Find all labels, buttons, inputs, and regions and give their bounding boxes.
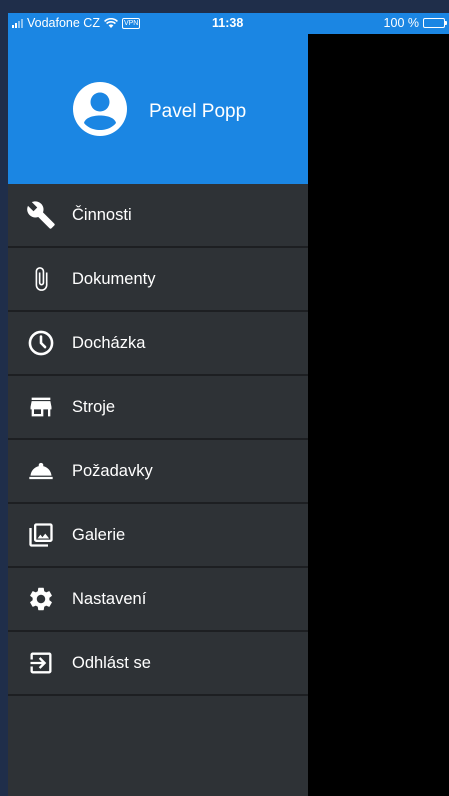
logout-icon (25, 647, 57, 679)
battery-percent: 100 % (383, 16, 419, 30)
menu-item-stroje[interactable]: Stroje (8, 376, 308, 440)
user-name: Pavel Popp (149, 101, 247, 122)
drawer-menu: Činnosti Dokumenty Docházka Stroje Požad… (8, 184, 308, 696)
status-time: 11:38 (212, 16, 244, 30)
service-bell-icon (25, 455, 57, 487)
gallery-icon (25, 519, 57, 551)
navigation-drawer: Pavel Popp Činnosti Dokumenty Docházka S… (8, 34, 308, 796)
menu-item-label: Dokumenty (72, 269, 156, 288)
menu-item-nastaveni[interactable]: Nastavení (8, 568, 308, 632)
avatar-icon[interactable] (73, 82, 127, 136)
wrench-icon (25, 199, 57, 231)
menu-item-label: Odhlást se (72, 653, 151, 672)
menu-item-cinnosti[interactable]: Činnosti (8, 184, 308, 248)
status-bar: Vodafone CZ VPN 11:38 100 % (8, 13, 449, 34)
menu-item-dokumenty[interactable]: Dokumenty (8, 248, 308, 312)
menu-item-label: Stroje (72, 397, 116, 416)
menu-item-dochazka[interactable]: Docházka (8, 312, 308, 376)
carrier-label: Vodafone CZ (27, 16, 100, 30)
battery-icon (423, 18, 447, 28)
menu-item-label: Požadavky (72, 461, 153, 480)
app-screen: Vodafone CZ VPN 11:38 100 % Pavel Popp Č… (8, 13, 449, 796)
menu-item-label: Činnosti (72, 205, 132, 224)
signal-icon (12, 18, 23, 28)
status-right: 100 % (383, 16, 447, 30)
clock-icon (25, 327, 57, 359)
menu-item-pozadavky[interactable]: Požadavky (8, 440, 308, 504)
menu-item-odhlasit[interactable]: Odhlást se (8, 632, 308, 696)
drawer-header: Pavel Popp (8, 34, 308, 184)
menu-item-label: Galerie (72, 525, 126, 544)
menu-item-label: Docházka (72, 333, 146, 352)
vpn-badge: VPN (121, 17, 141, 29)
wifi-icon (104, 17, 118, 28)
menu-item-galerie[interactable]: Galerie (8, 504, 308, 568)
store-icon (25, 391, 57, 423)
gear-icon (25, 583, 57, 615)
status-left: Vodafone CZ VPN (12, 16, 141, 30)
menu-item-label: Nastavení (72, 589, 147, 608)
paperclip-icon (25, 263, 57, 295)
